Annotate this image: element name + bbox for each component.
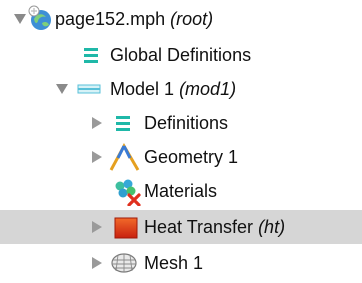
tree-node-heat-transfer[interactable]: Heat Transfer (ht): [0, 210, 362, 244]
tree-node-label: Global Definitions: [110, 45, 252, 65]
model-component-icon: [76, 78, 102, 105]
model-root-icon: [26, 5, 54, 38]
tree-node-mesh-1[interactable]: Mesh 1: [0, 246, 362, 280]
tree-node-label: Materials: [144, 181, 218, 201]
definitions-list-icon: [114, 114, 134, 137]
expand-toggle-geometry-1[interactable]: [92, 151, 102, 163]
expand-toggle-heat-transfer[interactable]: [92, 221, 102, 233]
heat-transfer-icon: [114, 216, 138, 245]
mesh-icon: [110, 251, 138, 280]
tree-node-materials[interactable]: Materials: [0, 174, 362, 208]
tree-node-label: Definitions: [144, 113, 229, 133]
tree-node-root[interactable]: page152.mph (root): [0, 2, 362, 36]
definitions-list-icon: [82, 46, 102, 69]
tree-node-geometry-1[interactable]: Geometry 1: [0, 140, 362, 174]
tree-node-label: Mesh 1: [144, 253, 204, 273]
tree-node-model-1[interactable]: Model 1 (mod1): [0, 72, 362, 106]
expand-toggle-definitions[interactable]: [92, 117, 102, 129]
tree-node-label: page152.mph (root): [55, 9, 214, 29]
tree-node-definitions[interactable]: Definitions: [0, 106, 362, 140]
tree-node-global-definitions[interactable]: Global Definitions: [0, 38, 362, 72]
model-builder-tree: page152.mph (root) Global Definitions Mo…: [0, 0, 362, 283]
expand-toggle-root[interactable]: [14, 14, 26, 24]
expand-toggle-mesh-1[interactable]: [92, 257, 102, 269]
geometry-icon: [108, 142, 142, 177]
expand-toggle-model-1[interactable]: [56, 84, 68, 94]
tree-node-label: Model 1 (mod1): [110, 79, 237, 99]
materials-icon: [112, 178, 142, 211]
tree-node-label: Heat Transfer (ht): [144, 217, 286, 237]
tree-node-label: Geometry 1: [144, 147, 239, 167]
